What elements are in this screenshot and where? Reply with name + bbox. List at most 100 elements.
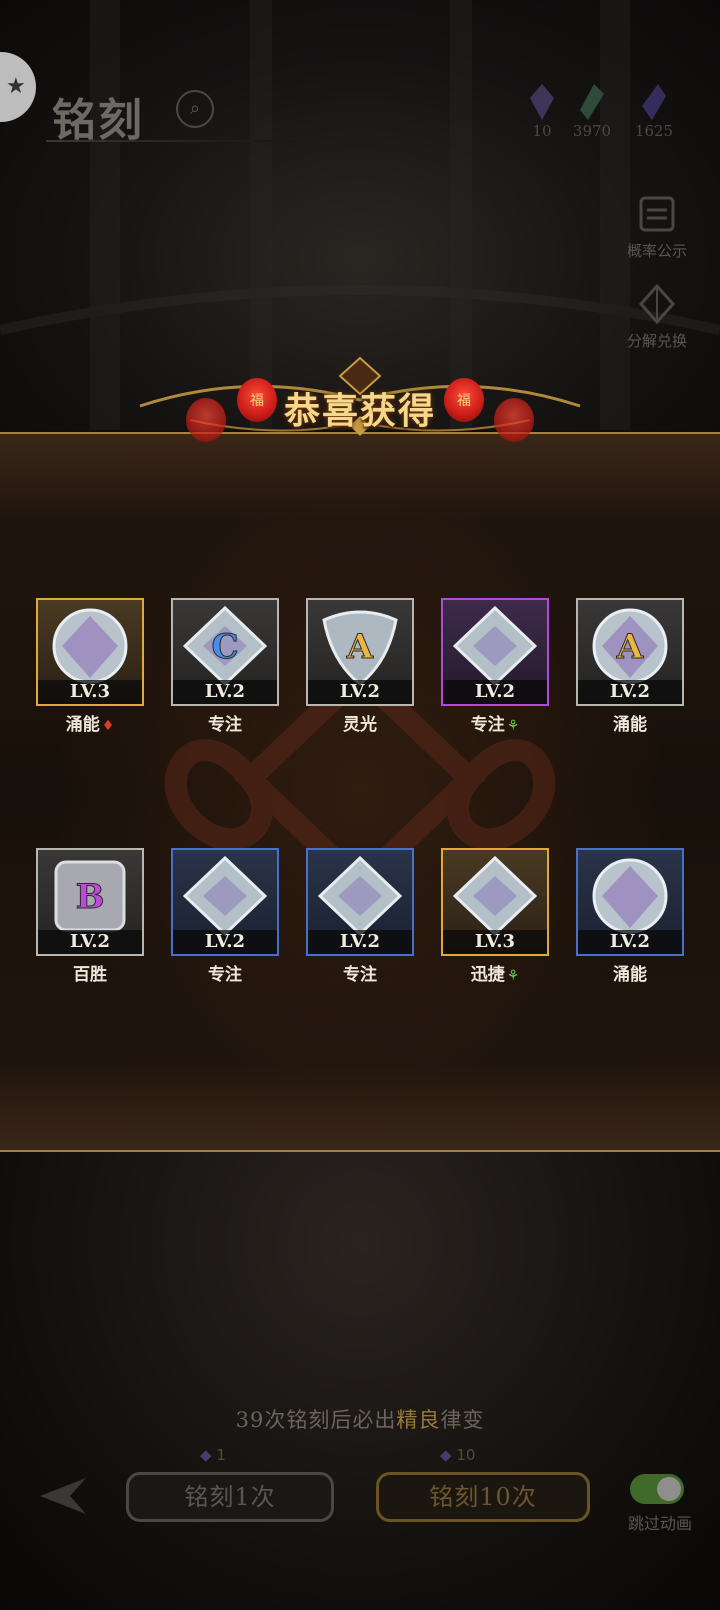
reward-item[interactable]: B LV.2 百胜: [36, 848, 144, 985]
decompose-label: 分解兑换: [626, 332, 687, 350]
reward-name-text: 专注: [208, 715, 242, 735]
violet-crystal-icon: [642, 84, 666, 120]
reward-name-text: 涌能: [613, 715, 647, 735]
hint-quality: 精良: [396, 1408, 441, 1432]
reward-name: 专注: [306, 960, 414, 985]
diamond-gem-icon: [453, 606, 537, 686]
red-emblem-icon: ♦: [101, 718, 115, 734]
resource-value: 3970: [572, 122, 612, 140]
reward-item[interactable]: A LV.2 涌能: [576, 598, 684, 735]
reward-frame: LV.2: [306, 848, 414, 956]
reward-frame: LV.3: [36, 598, 144, 706]
svg-text:A: A: [616, 627, 644, 667]
reward-item[interactable]: LV.2 专注: [306, 848, 414, 985]
reward-name: 涌能 ♦: [36, 710, 144, 735]
resource-value: 1625: [634, 122, 674, 140]
decompose-button[interactable]: 分解兑换: [614, 282, 700, 351]
page-title: 铭刻: [52, 95, 144, 146]
level-label: LV.2: [308, 930, 412, 954]
toggle-knob: [657, 1477, 681, 1501]
avatar-icon: ★: [6, 74, 26, 99]
title-divider: [46, 140, 296, 142]
reward-name-text: 专注: [208, 965, 242, 985]
reward-frame: A LV.2: [306, 598, 414, 706]
reward-panel: [0, 432, 720, 1152]
probability-icon: [639, 196, 675, 232]
reward-item[interactable]: LV.3 迅捷 ⚘: [441, 848, 549, 985]
diamond-gem-icon: [318, 856, 402, 936]
reward-frame: LV.2: [576, 848, 684, 956]
reward-name: 涌能: [576, 960, 684, 985]
background-bottom: [0, 1152, 720, 1610]
green-emblem-icon: ⚘: [506, 968, 520, 984]
level-label: LV.3: [443, 930, 547, 954]
reward-name: 灵光: [306, 710, 414, 735]
engrave-once-button[interactable]: 铭刻1次: [126, 1472, 334, 1522]
square-gem-icon: B: [54, 860, 126, 932]
purple-gem-icon: [530, 84, 554, 120]
back-arrow-icon[interactable]: [36, 1474, 90, 1518]
reward-name-text: 专注: [343, 965, 377, 985]
cost-gem-icon: ◆: [440, 1446, 452, 1464]
level-label: LV.2: [38, 930, 142, 954]
reward-name-text: 迅捷: [470, 965, 505, 985]
round-gem-icon: [592, 858, 668, 934]
diamond-gem-icon: [453, 856, 537, 936]
level-label: LV.2: [308, 680, 412, 704]
green-emblem-icon: ⚘: [506, 718, 520, 734]
level-label: LV.2: [443, 680, 547, 704]
reward-frame: LV.2: [441, 598, 549, 706]
hint-post: 律变: [440, 1408, 485, 1432]
reward-name: 专注: [171, 960, 279, 985]
round-gem-icon: [52, 608, 128, 684]
diamond-gem-icon: [183, 856, 267, 936]
shield-gem-icon: A: [322, 610, 398, 686]
reward-name-text: 百胜: [73, 965, 107, 985]
reward-item[interactable]: A LV.2 灵光: [306, 598, 414, 735]
level-label: LV.2: [578, 680, 682, 704]
svg-text:C: C: [211, 627, 238, 667]
reward-name-text: 涌能: [65, 715, 100, 735]
reward-name: 专注: [171, 710, 279, 735]
resource-counter-2: 3970: [562, 84, 622, 140]
level-label: LV.3: [38, 680, 142, 704]
skip-animation-toggle[interactable]: [630, 1474, 684, 1504]
reward-item[interactable]: LV.2 专注: [171, 848, 279, 985]
reward-name-text: 专注: [470, 715, 505, 735]
level-label: LV.2: [578, 930, 682, 954]
reward-item[interactable]: LV.2 涌能: [576, 848, 684, 985]
search-button[interactable]: ⌕: [176, 90, 214, 128]
reward-frame: B LV.2: [36, 848, 144, 956]
reward-item[interactable]: LV.3 涌能 ♦: [36, 598, 144, 735]
reward-name: 专注 ⚘: [441, 710, 549, 735]
green-gem-icon: [580, 84, 604, 120]
reward-name: 迅捷 ⚘: [441, 960, 549, 985]
hint-pre: 39次铭刻后必出: [235, 1408, 397, 1432]
skip-animation-label: 跳过动画: [627, 1514, 692, 1533]
reward-name-text: 涌能: [613, 965, 647, 985]
probability-button[interactable]: 概率公示: [614, 192, 700, 261]
reward-frame: A LV.2: [576, 598, 684, 706]
decompose-icon: [638, 283, 676, 325]
diamond-gem-icon: C: [183, 606, 267, 686]
reward-title: 恭喜获得: [283, 390, 436, 432]
level-label: LV.2: [173, 930, 277, 954]
cost-ten-value: 10: [456, 1446, 476, 1464]
level-label: LV.2: [173, 680, 277, 704]
reward-frame: LV.2: [171, 848, 279, 956]
reward-item[interactable]: C LV.2 专注: [171, 598, 279, 735]
reward-name-text: 灵光: [343, 715, 377, 735]
reward-name: 百胜: [36, 960, 144, 985]
cost-single-value: 1: [216, 1446, 226, 1464]
svg-text:A: A: [346, 627, 374, 667]
cost-ten: ◆ 10: [440, 1446, 475, 1464]
engrave-ten-button[interactable]: 铭刻10次: [376, 1472, 590, 1522]
search-icon: ⌕: [189, 98, 201, 119]
round-gem-icon: A: [592, 608, 668, 684]
pity-hint: 39次铭刻后必出精良律变: [0, 1404, 720, 1434]
reward-frame: LV.3: [441, 848, 549, 956]
cost-single: ◆ 1: [200, 1446, 226, 1464]
svg-text:B: B: [76, 877, 105, 917]
reward-name: 涌能: [576, 710, 684, 735]
reward-item[interactable]: LV.2 专注 ⚘: [441, 598, 549, 735]
